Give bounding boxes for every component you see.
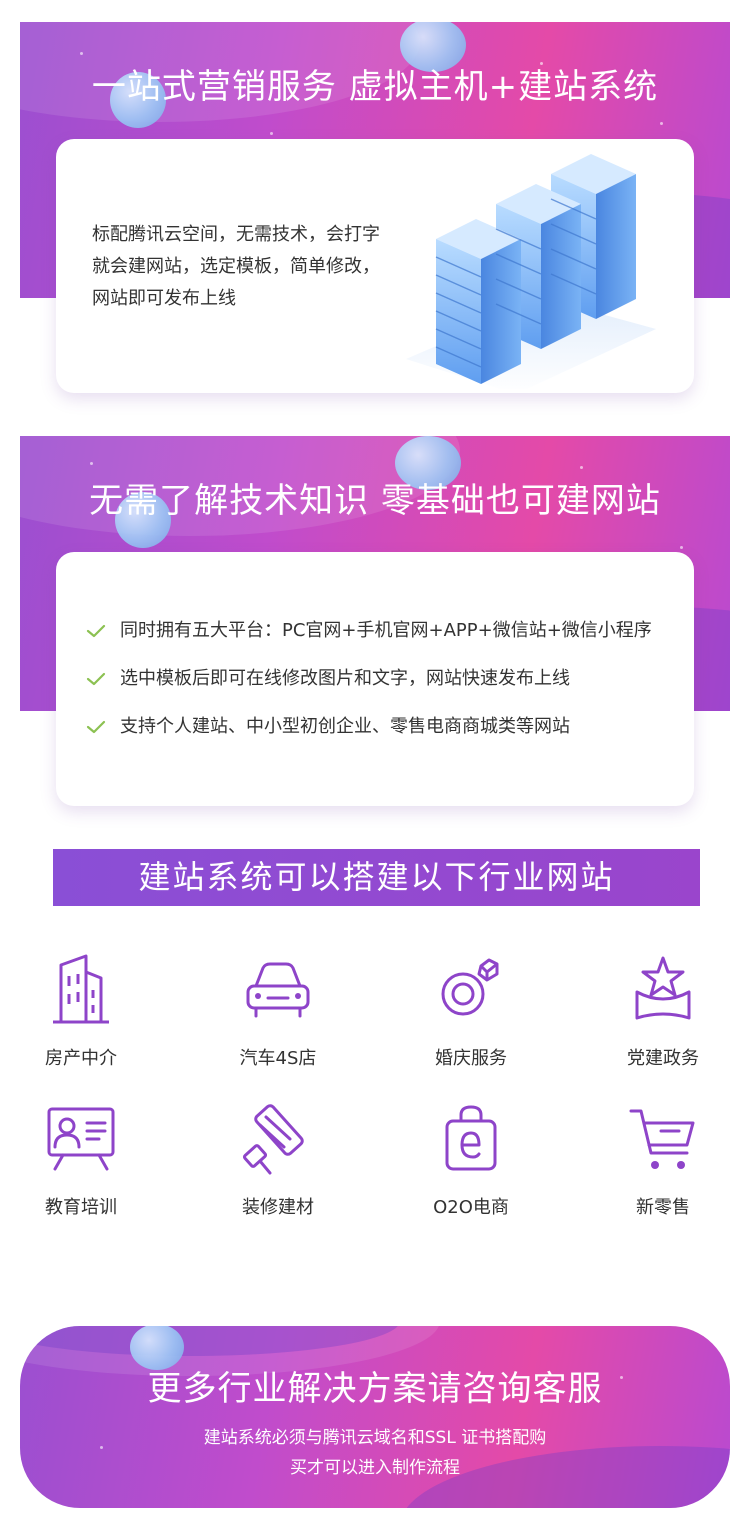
industry-item-decoration[interactable]: 装修建材 [203,1099,353,1219]
intro-text: 标配腾讯云空间，无需技术，会打字 就会建网站，选定模板，简单修改， 网站即可发布… [92,219,412,315]
intro-card: 标配腾讯云空间，无需技术，会打字 就会建网站，选定模板，简单修改， 网站即可发布… [56,139,694,393]
industries-heading: 建站系统可以搭建以下行业网站 [53,849,700,906]
server-rack-illustration [406,154,656,389]
paint-roller-icon [242,1104,304,1175]
feature-item: 支持个人建站、中小型初创企业、零售电商商城类等网站 [86,710,652,758]
industry-label: 汽车4S店 [239,1048,317,1069]
intro-line: 网站即可发布上线 [92,288,236,309]
industry-label: 党建政务 [627,1048,699,1069]
feature-text: 支持个人建站、中小型初创企业、零售电商商城类等网站 [120,716,570,737]
industry-label: O2O电商 [433,1197,509,1218]
star-award-icon [635,956,691,1020]
feature-item: 选中模板后即可在线修改图片和文字，网站快速发布上线 [86,662,652,710]
feature-text: 同时拥有五大平台：PC官网+手机官网+APP+微信站+微信小程序 [120,620,652,641]
check-icon [86,710,108,744]
shopping-bag-icon [445,1105,497,1171]
presentation-board-icon [47,1107,115,1171]
industry-item-real-estate[interactable]: 房产中介 [6,950,156,1070]
ring-icon [441,958,499,1016]
industry-item-party-gov[interactable]: 党建政务 [588,950,738,1070]
banner-title: 无需了解技术知识 零基础也可建网站 [89,481,661,521]
industry-label: 婚庆服务 [435,1048,507,1069]
check-icon [86,614,108,648]
footer-banner: 更多行业解决方案请咨询客服 建站系统必须与腾讯云域名和SSL 证书搭配购 买才可… [20,1326,730,1508]
industry-item-wedding[interactable]: 婚庆服务 [396,950,546,1070]
industry-label: 装修建材 [242,1197,314,1218]
features-card: 同时拥有五大平台：PC官网+手机官网+APP+微信站+微信小程序 选中模板后即可… [56,552,694,806]
car-icon [246,962,310,1018]
footer-title: 更多行业解决方案请咨询客服 [147,1369,603,1409]
feature-item: 同时拥有五大平台：PC官网+手机官网+APP+微信站+微信小程序 [86,614,652,662]
building-icon [53,954,109,1024]
banner-title: 一站式营销服务 虚拟主机+建站系统 [91,67,659,107]
shopping-cart-icon [629,1109,695,1169]
industry-label: 教育培训 [45,1197,117,1218]
industry-item-o2o[interactable]: O2O电商 [396,1099,546,1219]
industry-item-new-retail[interactable]: 新零售 [588,1099,738,1219]
industry-item-education[interactable]: 教育培训 [6,1099,156,1219]
industry-label: 房产中介 [45,1048,117,1069]
industry-label: 新零售 [636,1197,690,1218]
footer-note-line: 买才可以进入制作流程 [290,1458,460,1478]
intro-line: 标配腾讯云空间，无需技术，会打字 [92,224,380,245]
check-icon [86,662,108,696]
footer-note: 建站系统必须与腾讯云域名和SSL 证书搭配购 买才可以进入制作流程 [20,1423,730,1483]
footer-note-line: 建站系统必须与腾讯云域名和SSL 证书搭配购 [203,1428,547,1448]
intro-line: 就会建网站，选定模板，简单修改， [92,256,380,277]
feature-text: 选中模板后即可在线修改图片和文字，网站快速发布上线 [120,668,570,689]
industry-item-auto[interactable]: 汽车4S店 [203,950,353,1070]
feature-list: 同时拥有五大平台：PC官网+手机官网+APP+微信站+微信小程序 选中模板后即可… [86,614,652,758]
